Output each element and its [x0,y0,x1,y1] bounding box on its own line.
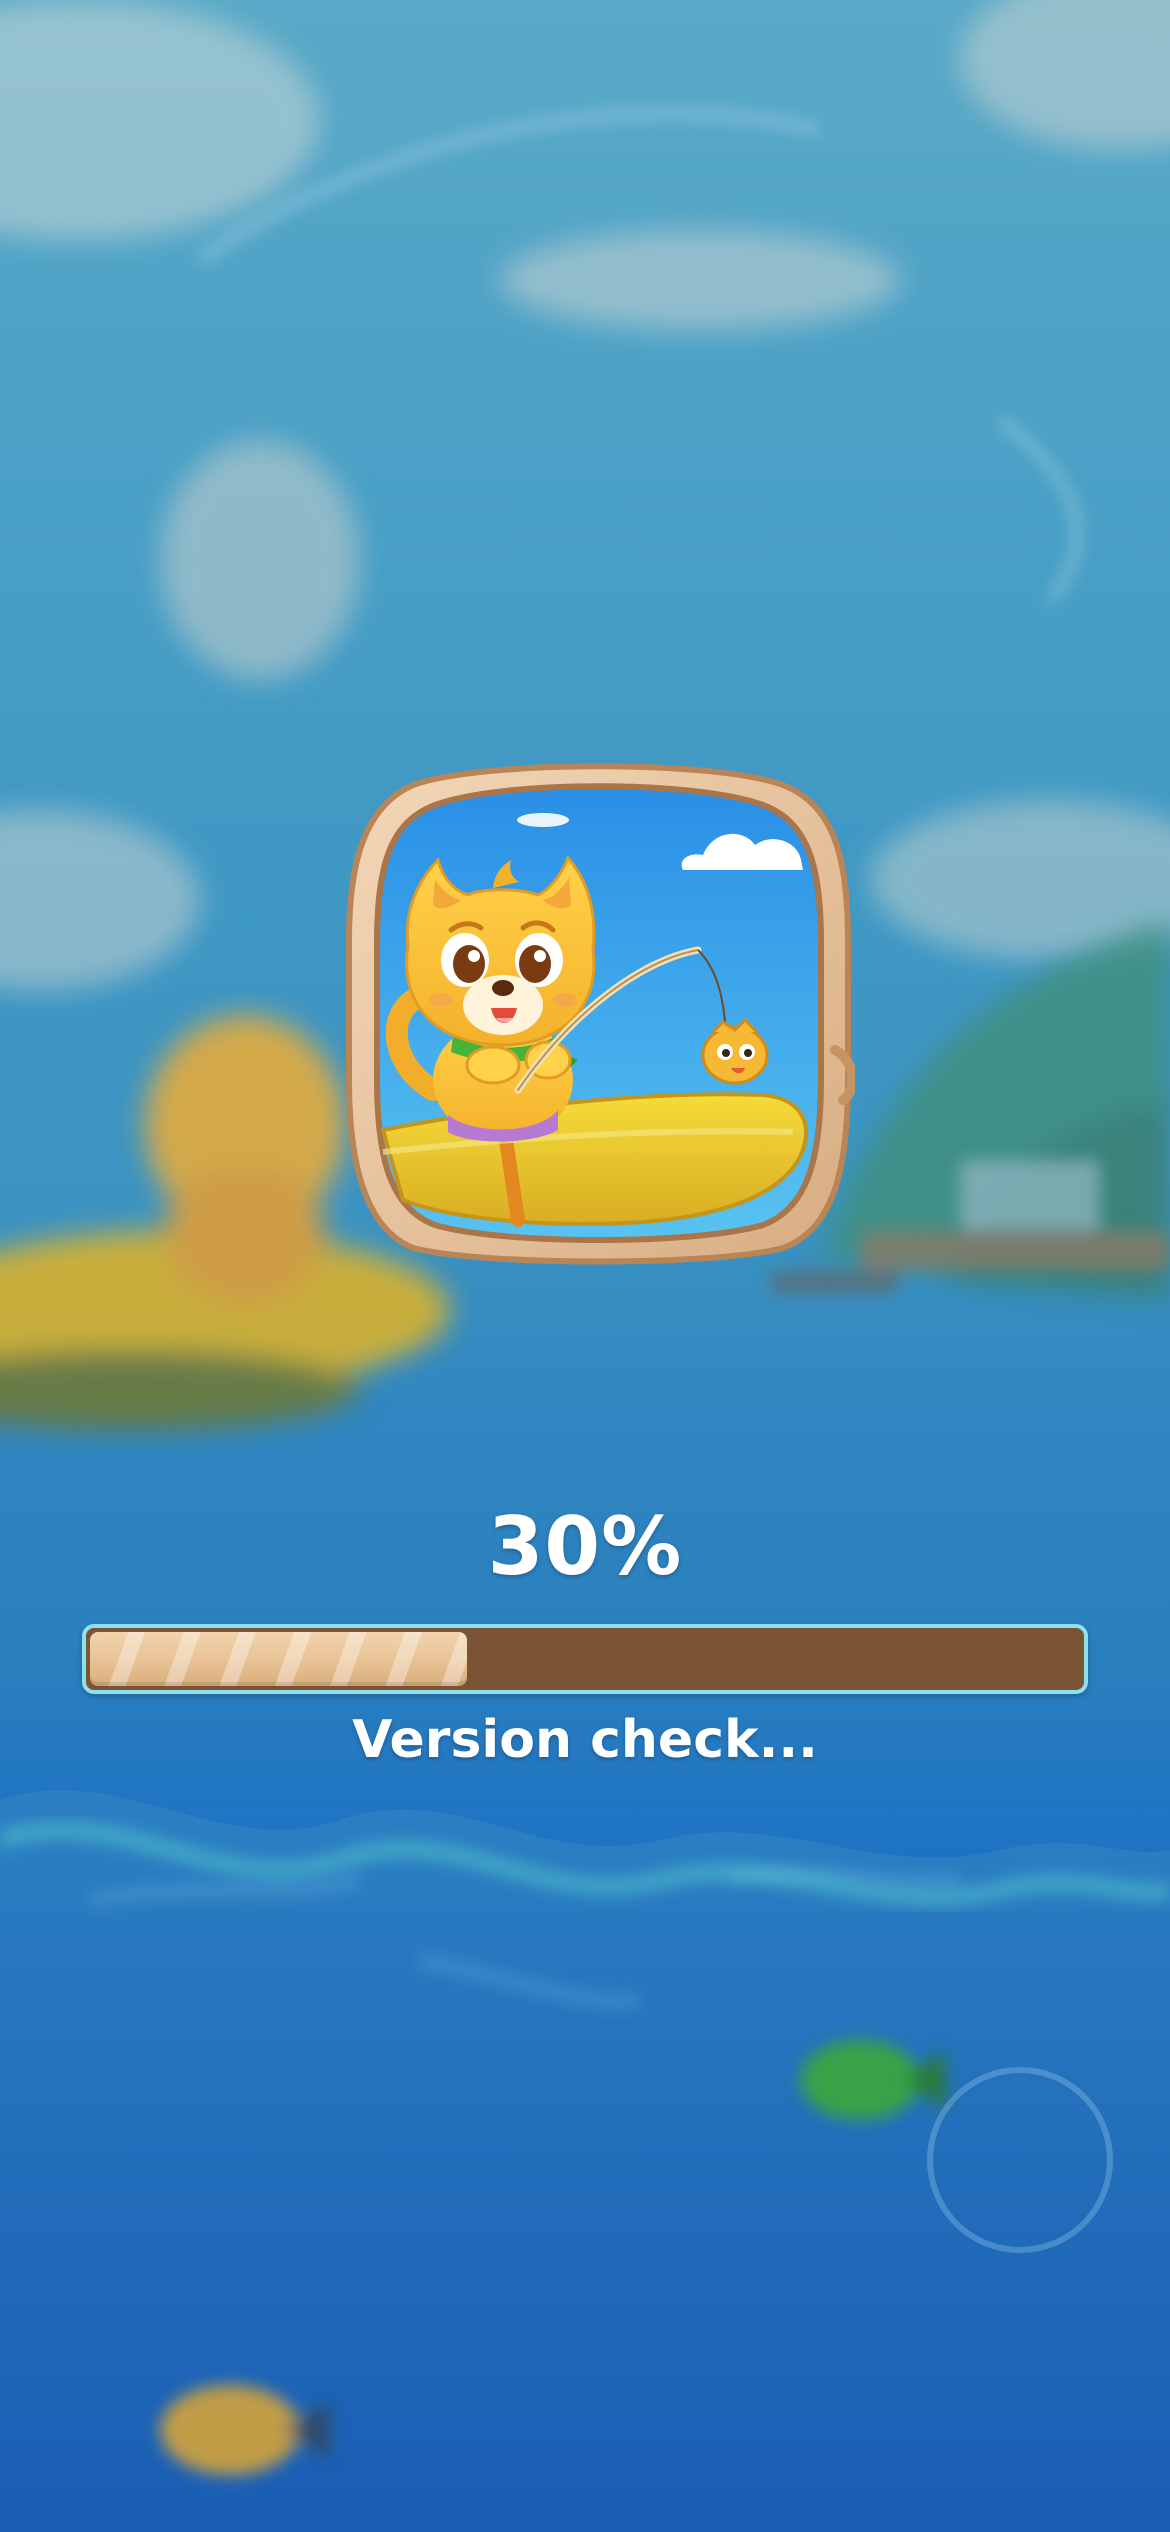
loading-screen: 30% Version check... [0,0,1170,2532]
loading-status-text: Version check... [352,1710,818,1770]
progress-percent: 30% [487,1500,683,1593]
progress-bar [82,1624,1088,1694]
cat-fishing-in-boat-icon [346,763,858,1265]
game-logo [343,760,858,1266]
progress-fill [90,1632,467,1686]
